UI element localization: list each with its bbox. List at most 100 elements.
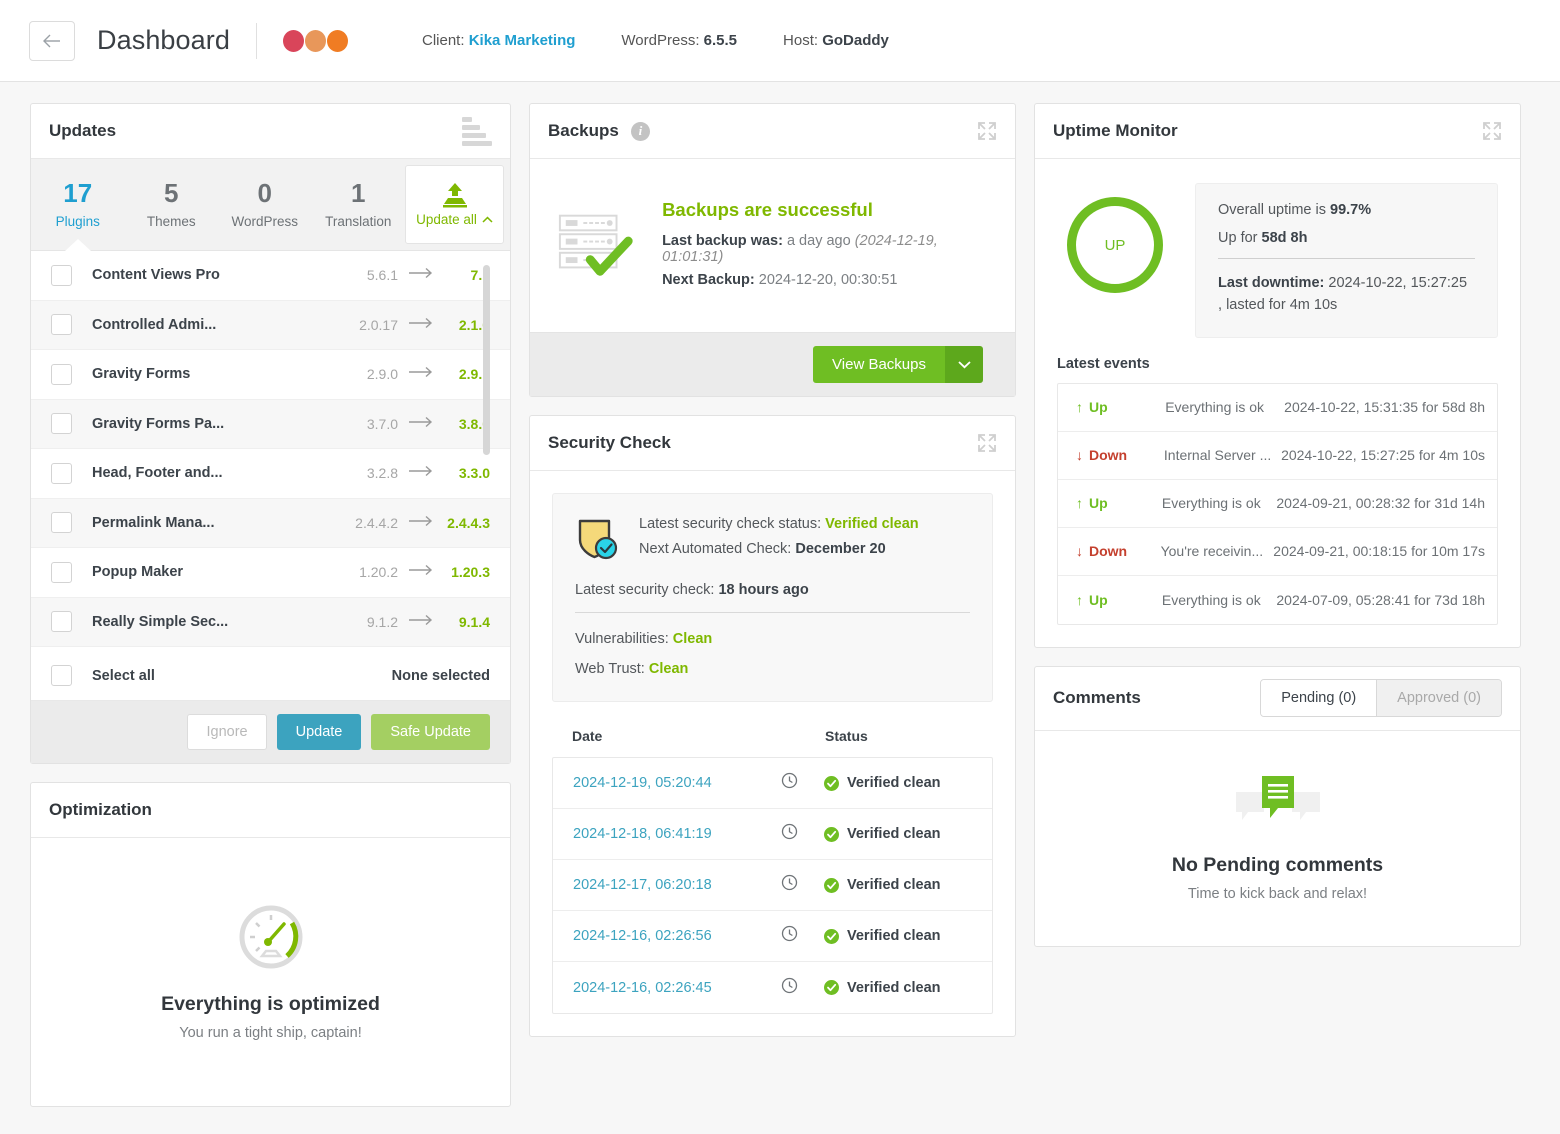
event-message: Internal Server ... [1163,447,1272,463]
security-row-date[interactable]: 2024-12-19, 05:20:44 [573,775,712,791]
list-item[interactable]: ↑ Up Everything is ok 2024-07-09, 05:28:… [1058,576,1497,624]
plugin-checkbox[interactable] [51,314,72,336]
optimization-body: Everything is optimized You run a tight … [31,838,510,1106]
plugin-row[interactable]: Content Views Pro 5.6.1 7.1 [31,251,510,301]
security-table-body: 2024-12-19, 05:20:44 Verified clean 2024… [552,757,993,1014]
back-button[interactable] [29,20,75,61]
page-title: Dashboard [97,25,230,55]
plugin-checkbox[interactable] [51,264,72,286]
view-backups-button[interactable]: View Backups [813,346,945,383]
security-row-date[interactable]: 2024-12-17, 06:20:18 [573,877,712,893]
list-item[interactable]: ↑ Up Everything is ok 2024-10-22, 15:31:… [1058,384,1497,432]
none-selected-label: None selected [391,667,490,684]
clock-icon [781,925,798,947]
arrow-down-icon: ↓ [1076,543,1083,559]
list-item[interactable]: ↓ Down You're receivin... 2024-09-21, 00… [1058,528,1497,576]
plugin-name: Gravity Forms [92,366,191,383]
event-message: Everything is ok [1161,495,1261,511]
host-value: GoDaddy [822,32,889,49]
plugin-old-version: 1.20.2 [359,564,398,581]
event-state: ↑ Up [1076,592,1162,608]
security-col-date: Date [572,728,603,744]
plugin-list-scrollbar[interactable] [483,259,490,643]
ignore-button[interactable]: Ignore [187,714,267,750]
updates-counts: 17 Plugins 5 Themes 0 WordPress 1 Transl… [31,159,510,251]
backups-last-value: a day ago [786,233,851,249]
plugin-row[interactable]: Controlled Admi... 2.0.17 2.1.0 [31,300,510,350]
plugin-row[interactable]: Permalink Mana... 2.4.4.2 2.4.4.3 [31,498,510,548]
count-translation[interactable]: 1 Translation [312,159,406,250]
check-circle-icon [824,775,839,791]
clock-icon [781,823,798,845]
safe-update-button[interactable]: Safe Update [371,714,490,750]
event-state: ↓ Down [1076,447,1164,463]
plugin-checkbox[interactable] [51,363,72,385]
plugin-name: Really Simple Sec... [92,613,229,630]
count-plugins[interactable]: 17 Plugins [31,159,125,251]
security-vulnerabilities-label: Vulnerabilities: [575,631,669,647]
wordpress-value: 6.5.5 [703,32,738,49]
brand-dot-3 [327,29,348,52]
plugin-row[interactable]: Really Simple Sec... 9.1.2 9.1.4 [31,597,510,647]
info-icon[interactable]: i [630,121,650,141]
plugin-old-version: 2.0.17 [359,316,398,333]
optimization-header: Optimization [31,783,510,838]
security-table-header: Date Status [552,728,993,757]
client-label: Client: [422,32,465,49]
client-meta: Client: Kika Marketing [422,32,575,49]
table-row[interactable]: 2024-12-16, 02:26:56 Verified clean [553,911,992,962]
security-next-check-line: Next Automated Check: December 20 [639,541,919,557]
client-value[interactable]: Kika Marketing [469,32,576,49]
tab-approved[interactable]: Approved (0) [1376,680,1501,716]
plugin-list-scroll-thumb[interactable] [483,265,490,455]
security-latest-check-line: Latest security check: 18 hours ago [575,582,970,598]
update-all-button[interactable]: Update all [405,165,504,244]
plugin-list[interactable]: Content Views Pro 5.6.1 7.1 Controlled A… [31,251,510,651]
view-backups-dropdown[interactable] [945,346,983,383]
arrow-up-icon: ↑ [1076,495,1083,511]
plugin-old-version: 2.4.4.2 [355,514,398,531]
expand-icon[interactable] [977,121,997,141]
table-row[interactable]: 2024-12-18, 06:41:19 Verified clean [553,809,992,860]
tab-pending[interactable]: Pending (0) [1261,680,1377,716]
plugin-checkbox[interactable] [51,462,72,484]
host-label: Host: [783,32,819,49]
bar-chart-icon[interactable] [462,116,492,146]
security-row-date[interactable]: 2024-12-18, 06:41:19 [573,826,712,842]
expand-icon[interactable] [1482,121,1502,141]
backups-last-line: Last backup was: a day ago (2024-12-19, … [662,233,995,265]
clock-icon [781,874,798,896]
plugin-row[interactable]: Head, Footer and... 3.2.8 3.3.0 [31,449,510,499]
plugin-row[interactable]: Popup Maker 1.20.2 1.20.3 [31,548,510,598]
count-wordpress[interactable]: 0 WordPress [218,159,312,250]
table-row[interactable]: 2024-12-17, 06:20:18 Verified clean [553,860,992,911]
security-row-date[interactable]: 2024-12-16, 02:26:56 [573,928,712,944]
uptime-upfor-label: Up for [1218,230,1258,246]
plugin-row[interactable]: Gravity Forms 2.9.0 2.9.1 [31,350,510,400]
update-button[interactable]: Update [276,714,362,750]
security-next-check-value: December 20 [795,541,886,557]
expand-icon[interactable] [977,433,997,453]
event-time: 2024-07-09, 05:28:41 for 73d 18h [1276,591,1485,608]
security-row-date[interactable]: 2024-12-16, 02:26:45 [573,980,712,996]
wordpress-meta: WordPress: 6.5.5 [621,32,737,49]
view-backups-split-button[interactable]: View Backups [813,346,983,383]
event-state: ↑ Up [1076,399,1165,415]
plugin-checkbox[interactable] [51,561,72,583]
plugin-checkbox[interactable] [51,512,72,534]
plugin-checkbox[interactable] [51,611,72,633]
select-all-checkbox[interactable] [51,665,72,686]
backups-last-label: Last backup was: [662,233,783,249]
uptime-body: UP Overall uptime is 99.7% Up for 58d 8h… [1035,159,1520,338]
list-item[interactable]: ↓ Down Internal Server ... 2024-10-22, 1… [1058,432,1497,480]
list-item[interactable]: ↑ Up Everything is ok 2024-09-21, 00:28:… [1058,480,1497,528]
comments-title: Comments [1053,688,1141,707]
plugin-checkbox[interactable] [51,413,72,435]
plugin-row[interactable]: Gravity Forms Pa... 3.7.0 3.8.0 [31,399,510,449]
table-row[interactable]: 2024-12-19, 05:20:44 Verified clean [553,758,992,809]
count-themes[interactable]: 5 Themes [125,159,219,250]
count-plugins-number: 17 [63,178,93,209]
count-translation-number: 1 [351,178,366,209]
table-row[interactable]: 2024-12-16, 02:26:45 Verified clean [553,962,992,1013]
dashboard-grid: Updates 17 Plugins 5 Themes 0 WordPress … [0,82,1560,1107]
